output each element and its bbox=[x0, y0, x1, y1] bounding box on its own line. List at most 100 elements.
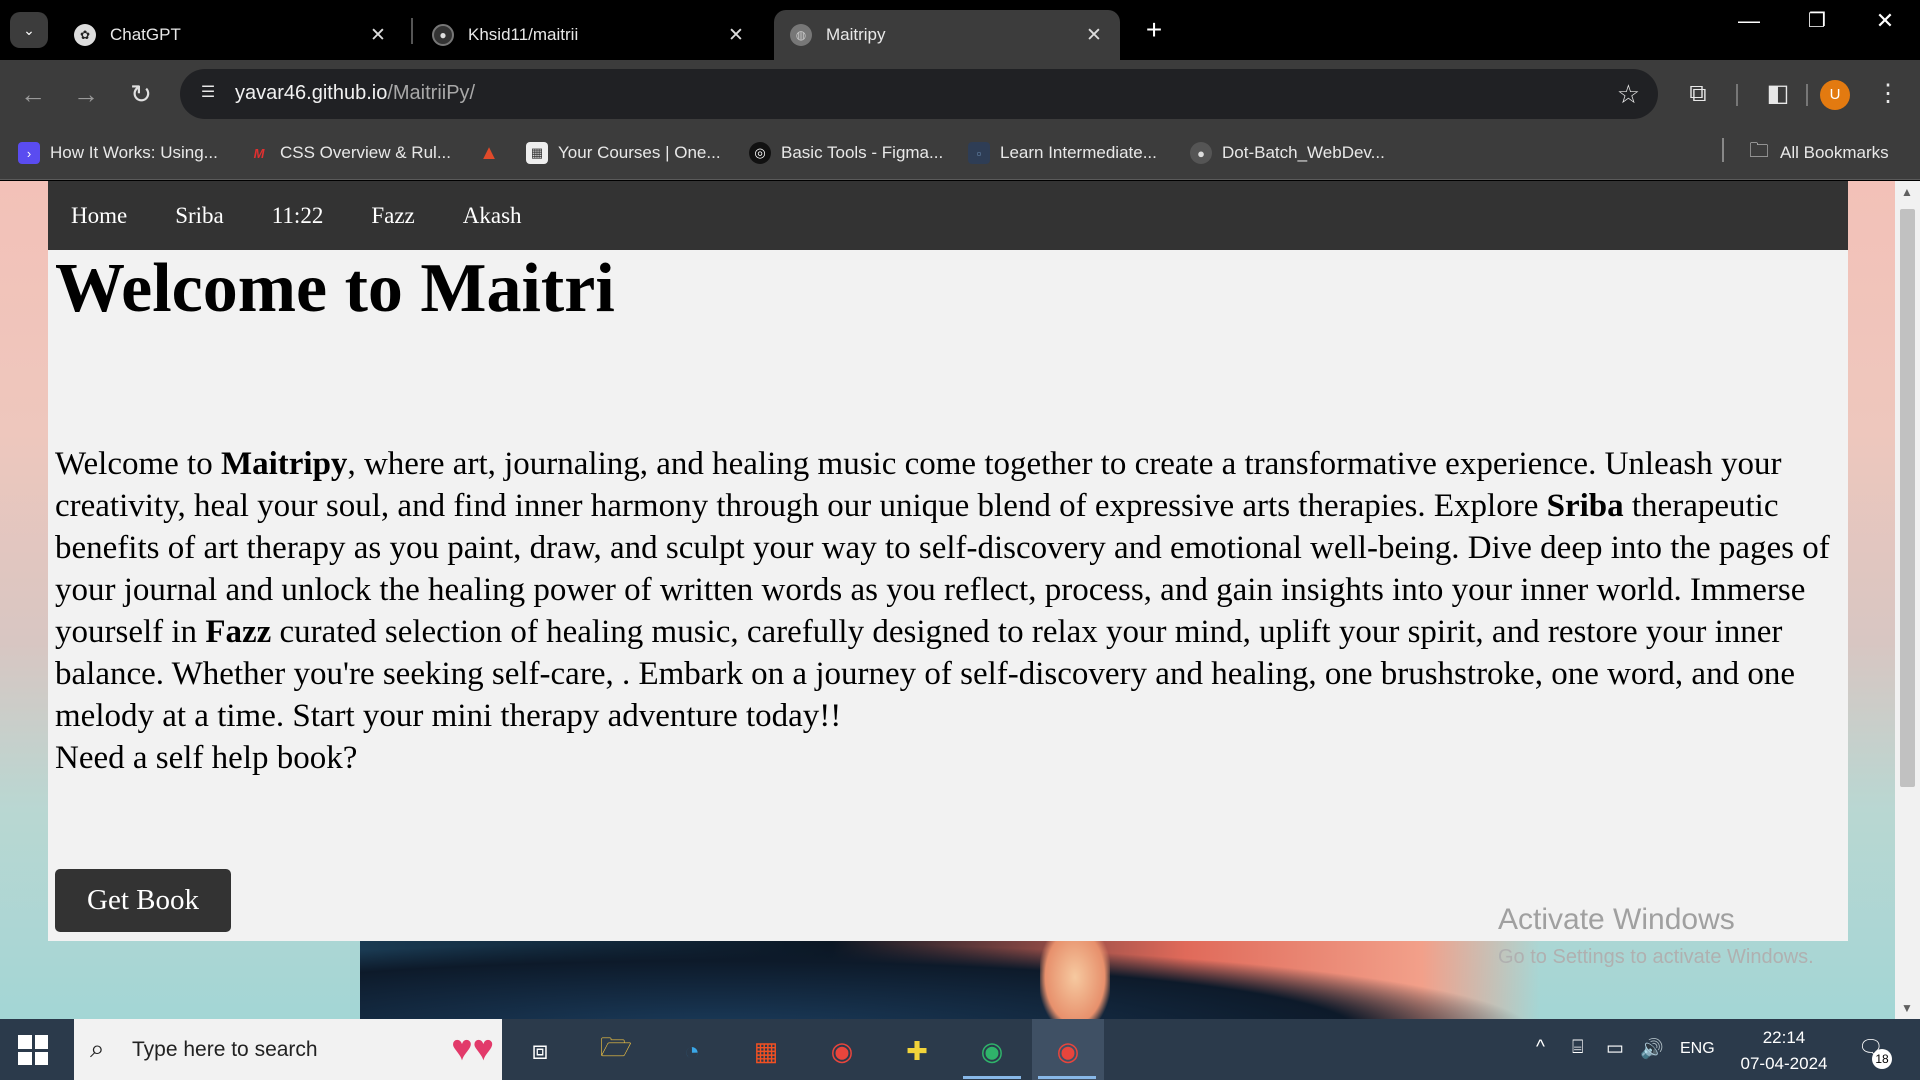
search-icon: ⌕ bbox=[90, 1033, 105, 1063]
scrollbar-thumb[interactable] bbox=[1900, 209, 1915, 787]
site-navbar: Home Sriba 11:22 Fazz Akash bbox=[48, 181, 1848, 250]
address-bar[interactable]: ☰ yavar46.github.io/MaitriiPy/ ☆ bbox=[180, 69, 1658, 119]
menu-icon[interactable]: ⋮ bbox=[1870, 76, 1906, 112]
taskbar-indicator bbox=[963, 1076, 1021, 1079]
bookmark-label: CSS Overview & Rul... bbox=[280, 143, 451, 162]
chevron-up-icon[interactable]: ^ bbox=[1536, 1037, 1545, 1059]
bookmark-item[interactable]: ▦ Your Courses | One... bbox=[526, 138, 721, 168]
mdn-icon: M bbox=[253, 145, 265, 161]
url-text[interactable]: yavar46.github.io/MaitriiPy/ bbox=[235, 82, 475, 105]
fazz-name: Fazz bbox=[205, 614, 272, 650]
app-icon[interactable]: ✚ bbox=[895, 1029, 939, 1073]
url-path: /MaitriiPy/ bbox=[387, 82, 476, 104]
clock[interactable]: 22:14 07-04-2024 bbox=[1736, 1025, 1832, 1077]
tab-chatgpt[interactable]: ✿ ChatGPT ✕ bbox=[58, 10, 404, 60]
bookmarks-separator bbox=[1722, 138, 1724, 162]
all-bookmarks-button[interactable]: 🗀 All Bookmarks bbox=[1748, 138, 1889, 168]
site-info-icon[interactable]: ☰ bbox=[196, 82, 220, 106]
nav-sriba[interactable]: Sriba bbox=[175, 203, 224, 229]
chrome-icon[interactable]: ◉ bbox=[820, 1029, 864, 1073]
battery-icon[interactable]: ▭ bbox=[1606, 1037, 1624, 1060]
powershell-icon: › bbox=[18, 142, 40, 164]
nav-1122[interactable]: 11:22 bbox=[272, 203, 324, 229]
bookmark-item[interactable]: ● Dot-Batch_WebDev... bbox=[1190, 138, 1385, 168]
tab-maitripy[interactable]: ◍ Maitripy ✕ bbox=[774, 10, 1120, 60]
nav-home[interactable]: Home bbox=[71, 203, 127, 229]
all-bookmarks-label: All Bookmarks bbox=[1780, 143, 1889, 162]
extensions-icon[interactable]: ⧉ bbox=[1680, 76, 1716, 112]
taskbar-indicator bbox=[1038, 1076, 1096, 1079]
intro-paragraph: Welcome to Maitripy, where art, journali… bbox=[55, 443, 1845, 779]
meet-now-icon[interactable]: ⌸ bbox=[1572, 1037, 1583, 1059]
restore-button[interactable]: ❐ bbox=[1792, 8, 1842, 33]
brand-name: Maitripy bbox=[220, 446, 348, 482]
warning-triangle-icon: ▲ bbox=[479, 141, 499, 164]
intro-text: curated selection of healing music, care… bbox=[55, 614, 1795, 734]
activate-windows-subtitle: Go to Settings to activate Windows. bbox=[1498, 946, 1814, 968]
folder-icon: 🗀 bbox=[1749, 140, 1769, 162]
bookmark-item[interactable]: M CSS Overview & Rul... bbox=[248, 138, 451, 168]
clock-date: 07-04-2024 bbox=[1740, 1054, 1828, 1073]
chrome-profile-icon[interactable]: ◉ bbox=[970, 1029, 1014, 1073]
page-title: Welcome to Maitri bbox=[55, 250, 615, 327]
close-icon[interactable]: ✕ bbox=[722, 24, 750, 47]
page-scrollbar[interactable]: ▲ ▼ bbox=[1895, 181, 1920, 1019]
activate-windows-title: Activate Windows bbox=[1498, 903, 1735, 936]
file-explorer-icon[interactable]: 🗁 bbox=[594, 1029, 638, 1073]
bookmark-label: Your Courses | One... bbox=[558, 143, 721, 162]
bookmark-label: Dot-Batch_WebDev... bbox=[1222, 143, 1385, 162]
bookmark-item[interactable]: ▲ bbox=[478, 138, 510, 168]
scroll-up-arrow-icon[interactable]: ▲ bbox=[1901, 185, 1913, 199]
reload-button[interactable]: ↻ bbox=[123, 78, 159, 110]
nav-akash[interactable]: Akash bbox=[463, 203, 522, 229]
tab-strip: ⌄ ✿ ChatGPT ✕ ● Khsid11/maitrii ✕ ◍ Mait… bbox=[0, 0, 1920, 60]
new-tab-button[interactable]: + bbox=[1138, 14, 1170, 46]
scroll-down-arrow-icon[interactable]: ▼ bbox=[1901, 1001, 1913, 1015]
close-icon[interactable]: ✕ bbox=[1080, 24, 1108, 47]
chrome-user-icon[interactable]: ◉ bbox=[1046, 1029, 1090, 1073]
tab-github[interactable]: ● Khsid11/maitrii ✕ bbox=[416, 10, 762, 60]
toolbar-separator bbox=[1736, 84, 1738, 106]
taskbar-search[interactable]: ⌕ Type here to search ♥♥ bbox=[74, 1019, 502, 1080]
clock-time: 22:14 bbox=[1762, 1028, 1806, 1047]
notifications-button[interactable]: 🗨 18 bbox=[1858, 1035, 1892, 1069]
back-button[interactable]: ← bbox=[15, 78, 51, 110]
start-button[interactable] bbox=[18, 1035, 48, 1065]
sriba-name: Sriba bbox=[1546, 488, 1624, 524]
search-placeholder: Type here to search bbox=[132, 1038, 318, 1061]
profile-avatar[interactable]: U bbox=[1820, 80, 1850, 110]
bookmark-label: How It Works: Using... bbox=[50, 143, 218, 162]
task-view-icon[interactable]: ⧈ bbox=[518, 1029, 562, 1073]
bookmark-item[interactable]: ▫ Learn Intermediate... bbox=[968, 138, 1157, 168]
windows-taskbar: ⌕ Type here to search ♥♥ ⧈ 🗁 ◔ ▦ ◉ ✚ ◉ ◉… bbox=[0, 1019, 1920, 1080]
figma-icon: ◎ bbox=[749, 142, 771, 164]
volume-icon[interactable]: 🔊 bbox=[1640, 1037, 1664, 1061]
bookmarks-bar: › How It Works: Using... M CSS Overview … bbox=[0, 128, 1920, 180]
side-panel-icon[interactable]: ◧ bbox=[1760, 76, 1796, 112]
url-host: yavar46.github.io bbox=[235, 82, 388, 104]
edge-icon[interactable]: ◔ bbox=[670, 1029, 714, 1073]
book-question: Need a self help book? bbox=[55, 740, 358, 776]
minimize-button[interactable]: — bbox=[1724, 8, 1774, 34]
course-icon: ▫ bbox=[968, 142, 990, 164]
language-indicator[interactable]: ENG bbox=[1680, 1040, 1715, 1058]
bookmark-item[interactable]: ◎ Basic Tools - Figma... bbox=[749, 138, 943, 168]
bookmark-label: Learn Intermediate... bbox=[1000, 143, 1157, 162]
microsoft-store-icon[interactable]: ▦ bbox=[744, 1029, 788, 1073]
site-container: Home Sriba 11:22 Fazz Akash Welcome to M… bbox=[48, 181, 1848, 941]
get-book-button[interactable]: Get Book bbox=[55, 869, 231, 932]
tab-title: Maitripy bbox=[826, 25, 886, 44]
window-close-button[interactable]: ✕ bbox=[1860, 8, 1910, 34]
chatgpt-icon: ✿ bbox=[74, 24, 96, 46]
background-artwork-figure bbox=[1040, 941, 1110, 1019]
nav-fazz[interactable]: Fazz bbox=[371, 203, 414, 229]
notification-count: 18 bbox=[1872, 1049, 1892, 1069]
bookmark-item[interactable]: › How It Works: Using... bbox=[18, 138, 218, 168]
forward-button[interactable]: → bbox=[68, 78, 104, 110]
bookmark-star-icon[interactable]: ☆ bbox=[1617, 79, 1640, 110]
page-viewport: Home Sriba 11:22 Fazz Akash Welcome to M… bbox=[0, 181, 1895, 1019]
tab-search-button[interactable]: ⌄ bbox=[10, 12, 48, 48]
close-icon[interactable]: ✕ bbox=[364, 24, 392, 47]
tab-title: Khsid11/maitrii bbox=[468, 25, 579, 44]
background-artwork bbox=[360, 941, 1540, 1019]
